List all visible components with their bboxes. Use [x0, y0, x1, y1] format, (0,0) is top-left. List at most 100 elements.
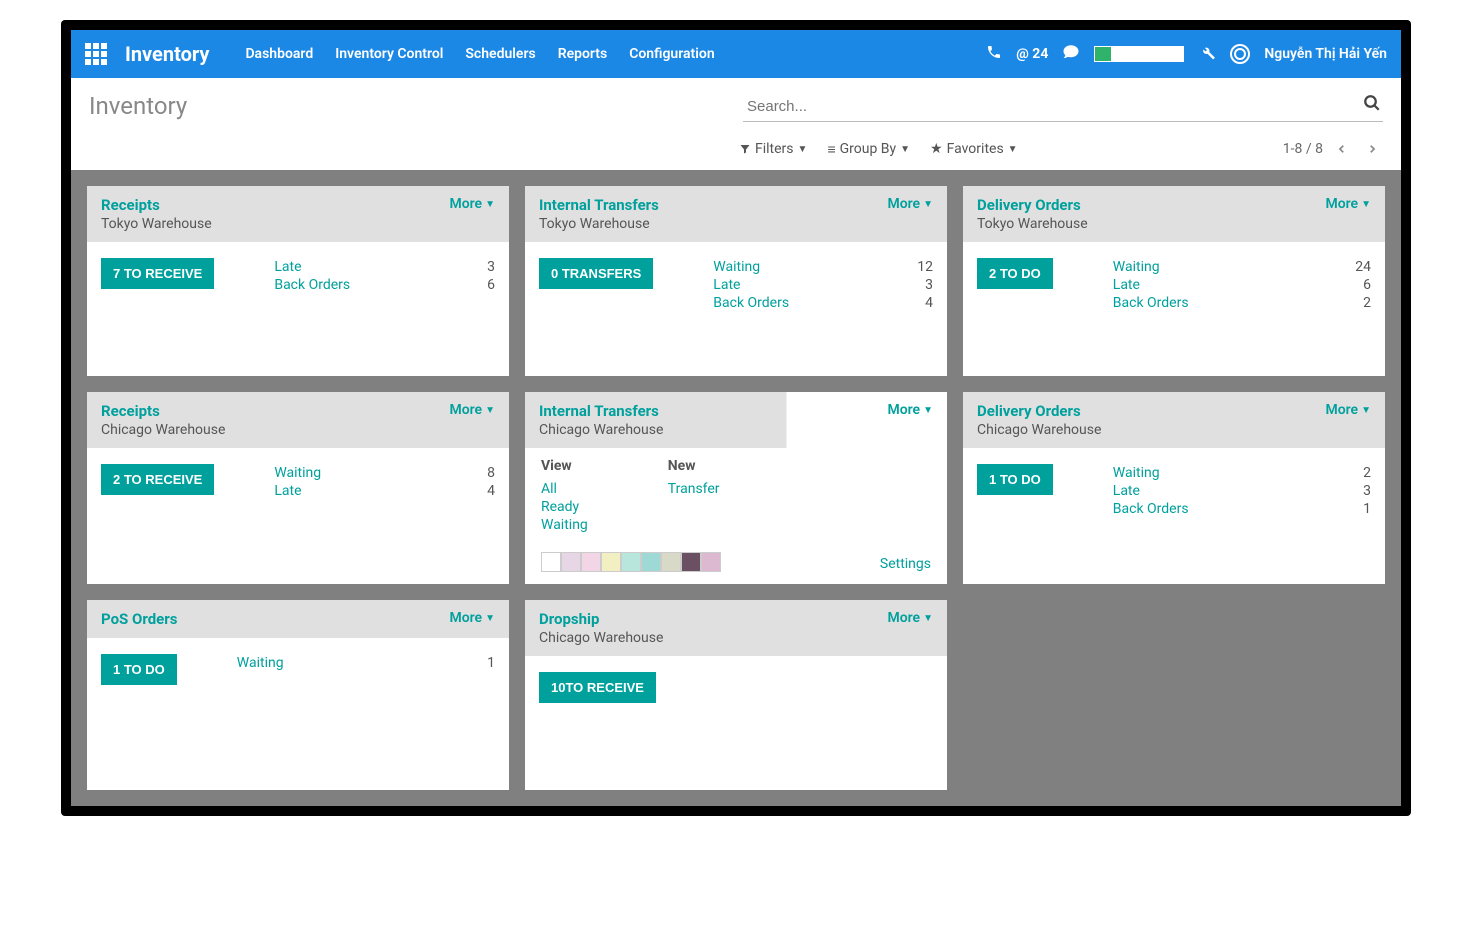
- card-type[interactable]: Dropship: [539, 610, 663, 628]
- card-type[interactable]: Receipts: [101, 196, 212, 214]
- stat-label[interactable]: Back Orders: [713, 295, 789, 311]
- card-body: 1 TO DOWaiting2Late3Back Orders1: [963, 448, 1385, 532]
- menu-link[interactable]: Ready: [541, 498, 588, 516]
- card-action-button[interactable]: 1 TO DO: [101, 654, 177, 685]
- brand[interactable]: Inventory: [125, 42, 209, 66]
- search-input[interactable]: [743, 92, 1383, 122]
- navbar: Inventory Dashboard Inventory Control Sc…: [71, 30, 1401, 78]
- card-warehouse: Chicago Warehouse: [539, 630, 663, 646]
- tools-icon[interactable]: [1198, 43, 1216, 65]
- card-action-button[interactable]: 7 TO RECEIVE: [101, 258, 214, 289]
- color-swatch[interactable]: [641, 552, 661, 572]
- stat-label[interactable]: Late: [274, 483, 301, 499]
- color-swatch[interactable]: [681, 552, 701, 572]
- star-icon: ★: [930, 141, 943, 157]
- pager-prev[interactable]: [1331, 138, 1353, 160]
- nav-dashboard[interactable]: Dashboard: [245, 46, 313, 62]
- color-swatch[interactable]: [701, 552, 721, 572]
- card-action-button[interactable]: 10TO RECEIVE: [539, 672, 656, 703]
- pager-next[interactable]: [1361, 138, 1383, 160]
- stat-value: 1: [469, 655, 495, 671]
- stat-value: 12: [907, 259, 933, 275]
- stat-label[interactable]: Late: [1113, 277, 1140, 293]
- stat-value: 3: [1345, 483, 1371, 499]
- more-button[interactable]: More ▼: [887, 610, 933, 626]
- caret-down-icon: ▼: [923, 199, 933, 210]
- phone-icon[interactable]: [986, 44, 1002, 64]
- stat-label[interactable]: Back Orders: [274, 277, 350, 293]
- caret-down-icon: ▼: [923, 613, 933, 624]
- nav-reports[interactable]: Reports: [558, 46, 608, 62]
- caret-down-icon: ▼: [798, 144, 808, 155]
- more-button[interactable]: More ▼: [1325, 402, 1371, 418]
- kanban-card: Receipts Chicago Warehouse More ▼ 2 TO RECE…: [87, 392, 509, 584]
- color-swatch[interactable]: [661, 552, 681, 572]
- page-title: Inventory: [89, 92, 187, 120]
- card-action-button[interactable]: 2 TO RECEIVE: [101, 464, 214, 495]
- card-type[interactable]: Receipts: [101, 402, 225, 420]
- card-action-button[interactable]: 2 TO DO: [977, 258, 1053, 289]
- settings-link[interactable]: Settings: [880, 556, 931, 572]
- nav-schedulers[interactable]: Schedulers: [465, 46, 535, 62]
- card-warehouse: Tokyo Warehouse: [539, 216, 659, 232]
- kanban-card: PoS Orders More ▼ 1 TO DO Waiting 1: [87, 600, 509, 790]
- nav-menu: Dashboard Inventory Control Schedulers R…: [245, 46, 714, 62]
- nav-configuration[interactable]: Configuration: [629, 46, 714, 62]
- card-type[interactable]: Internal Transfers: [539, 402, 663, 420]
- stat-label[interactable]: Late: [274, 259, 301, 275]
- stat-label[interactable]: Late: [713, 277, 740, 293]
- groupby-button[interactable]: ≡ Group By ▼: [827, 141, 910, 158]
- menu-link[interactable]: Transfer: [668, 480, 720, 498]
- stat-label[interactable]: Waiting: [237, 655, 284, 671]
- nav-inventory-control[interactable]: Inventory Control: [335, 46, 443, 62]
- more-button[interactable]: More ▼: [1325, 196, 1371, 212]
- search-wrap: [743, 92, 1383, 122]
- stat-label[interactable]: Waiting: [1113, 259, 1160, 275]
- stat-label[interactable]: Back Orders: [1113, 501, 1189, 517]
- menu-link[interactable]: Waiting: [541, 516, 588, 534]
- color-swatch[interactable]: [621, 552, 641, 572]
- more-button[interactable]: More ▼: [449, 610, 495, 626]
- card-action-button[interactable]: 1 TO DO: [977, 464, 1053, 495]
- more-button[interactable]: More ▼: [887, 196, 933, 212]
- more-button[interactable]: More ▼: [449, 196, 495, 212]
- stat-label[interactable]: Late: [1113, 483, 1140, 499]
- search-icon[interactable]: [1363, 94, 1381, 117]
- card-warehouse: Chicago Warehouse: [101, 422, 225, 438]
- stat-value: 4: [907, 295, 933, 311]
- card-warehouse: Tokyo Warehouse: [977, 216, 1088, 232]
- filters-button[interactable]: Filters ▼: [739, 141, 807, 158]
- menu-new-title: New: [668, 458, 720, 474]
- stat-label[interactable]: Waiting: [713, 259, 760, 275]
- color-swatch[interactable]: [601, 552, 621, 572]
- card-action-button[interactable]: 0 TRANSFERS: [539, 258, 653, 289]
- chat-icon[interactable]: [1062, 43, 1080, 65]
- card-type[interactable]: Delivery Orders: [977, 402, 1101, 420]
- menu-link[interactable]: All: [541, 480, 588, 498]
- more-button[interactable]: More ▼: [449, 402, 495, 418]
- stat-value: 24: [1345, 259, 1371, 275]
- stat-value: 2: [1345, 295, 1371, 311]
- pager-count[interactable]: 1-8 / 8: [1283, 141, 1323, 157]
- card-type[interactable]: PoS Orders: [101, 610, 177, 628]
- color-swatch[interactable]: [561, 552, 581, 572]
- control-panel: Inventory Filters ▼ ≡ Group By ▼: [71, 78, 1401, 170]
- stat-label[interactable]: Waiting: [274, 465, 321, 481]
- list-icon: ≡: [827, 141, 835, 158]
- apps-icon[interactable]: [85, 43, 107, 65]
- username[interactable]: Nguyễn Thị Hải Yến: [1264, 46, 1387, 62]
- favorites-button[interactable]: ★ Favorites ▼: [930, 141, 1018, 158]
- mention-count[interactable]: @ 24: [1016, 46, 1048, 62]
- color-swatch[interactable]: [581, 552, 601, 572]
- more-button[interactable]: More ▼: [887, 402, 933, 418]
- stat-label[interactable]: Waiting: [1113, 465, 1160, 481]
- avatar-icon[interactable]: [1230, 44, 1250, 64]
- card-type[interactable]: Delivery Orders: [977, 196, 1088, 214]
- stat-label[interactable]: Back Orders: [1113, 295, 1189, 311]
- card-body: 10TO RECEIVE: [525, 656, 947, 717]
- card-type[interactable]: Internal Transfers: [539, 196, 659, 214]
- progress-bar[interactable]: [1094, 46, 1184, 62]
- color-swatch[interactable]: [541, 552, 561, 572]
- kanban-card: Delivery Orders Tokyo Warehouse More ▼ 2 TO…: [963, 186, 1385, 376]
- kanban-card: ReceiptsTokyo WarehouseMore ▼7 TO RECEIV…: [87, 186, 509, 376]
